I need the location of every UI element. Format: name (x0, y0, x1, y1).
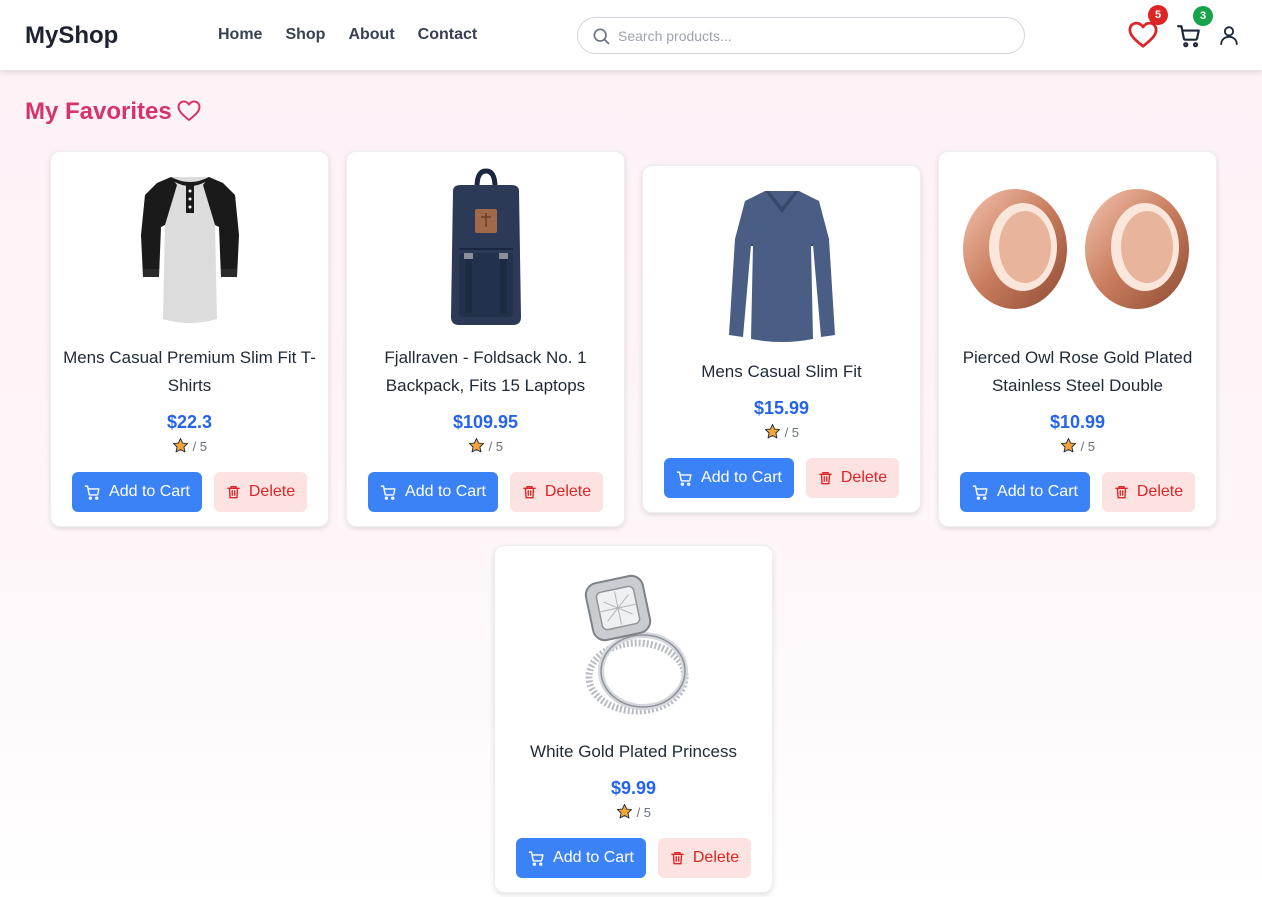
product-price: $15.99 (753, 398, 810, 418)
trash-icon (227, 486, 240, 499)
product-card: Mens Casual Slim Fit $15.99 / 5 Add to C… (642, 165, 921, 513)
account-button[interactable] (1218, 24, 1240, 51)
cart-icon (84, 484, 100, 500)
cart-button[interactable] (1176, 23, 1202, 54)
favorites-button[interactable] (1128, 21, 1158, 54)
product-image-diamond-ring[interactable] (495, 556, 772, 726)
trash-icon (671, 852, 684, 865)
cart-count-badge: 3 (1193, 6, 1213, 26)
product-image-blue-long-sleeve-shirt[interactable] (643, 176, 920, 346)
delete-label: Delete (1136, 483, 1184, 500)
add-to-cart-button[interactable]: Add to Cart (960, 472, 1090, 512)
delete-button[interactable]: Delete (806, 458, 899, 498)
add-to-cart-button[interactable]: Add to Cart (72, 472, 202, 512)
main-nav: Home Shop About Contact (218, 26, 500, 44)
top-navbar: MyShop Home Shop About Contact 5 3 (0, 0, 1262, 70)
add-to-cart-button[interactable]: Add to Cart (664, 458, 794, 498)
heart-outline-icon (177, 100, 201, 127)
add-to-cart-label: Add to Cart (553, 849, 634, 866)
logo[interactable]: MyShop (25, 22, 118, 50)
user-icon (1220, 26, 1238, 46)
nav-contact[interactable]: Contact (418, 26, 478, 44)
delete-label: Delete (544, 483, 592, 500)
product-rating: / 5 (347, 437, 624, 454)
delete-button[interactable]: Delete (658, 838, 751, 878)
product-card: Mens Casual Premium Slim Fit T-Shirts $2… (50, 151, 329, 527)
star-icon (1060, 437, 1076, 453)
product-name: Mens Casual Premium Slim Fit T-Shirts (63, 348, 316, 395)
cart-icon (676, 470, 692, 486)
heart-icon (1128, 21, 1158, 48)
nav-about[interactable]: About (348, 26, 394, 44)
trash-icon (523, 486, 536, 499)
cart-icon (380, 484, 396, 500)
product-name: White Gold Plated Princess (530, 742, 737, 761)
product-image-rose-gold-plugs[interactable] (939, 162, 1216, 332)
cart-icon (972, 484, 988, 500)
product-price: $9.99 (610, 778, 657, 798)
product-price: $22.3 (166, 412, 213, 432)
add-to-cart-label: Add to Cart (109, 483, 190, 500)
star-icon (616, 803, 632, 819)
cart-icon (1177, 25, 1200, 48)
rating-suffix: / 5 (1080, 439, 1096, 454)
trash-icon (1115, 486, 1128, 499)
product-image-raglan-tshirt[interactable] (51, 162, 328, 332)
product-rating: / 5 (51, 437, 328, 454)
nav-home[interactable]: Home (218, 26, 262, 44)
trash-icon (819, 472, 832, 485)
delete-label: Delete (692, 849, 740, 866)
delete-button[interactable]: Delete (510, 472, 603, 512)
product-card: Pierced Owl Rose Gold Plated Stainless S… (938, 151, 1217, 527)
page-title: My Favorites (25, 98, 172, 125)
delete-label: Delete (840, 469, 888, 486)
product-rating: / 5 (939, 437, 1216, 454)
search-icon (591, 26, 611, 51)
add-to-cart-button[interactable]: Add to Cart (368, 472, 498, 512)
rating-suffix: / 5 (636, 805, 652, 820)
product-card: White Gold Plated Princess $9.99 / 5 Add… (494, 545, 773, 893)
product-price: $10.99 (1049, 412, 1106, 432)
product-rating: / 5 (643, 423, 920, 440)
add-to-cart-button[interactable]: Add to Cart (516, 838, 646, 878)
search-bar (577, 17, 1025, 54)
product-image-navy-backpack[interactable] (347, 162, 624, 332)
product-name: Mens Casual Slim Fit (701, 362, 862, 381)
search-input[interactable] (618, 26, 1008, 46)
nav-shop[interactable]: Shop (285, 26, 325, 44)
rating-suffix: / 5 (192, 439, 208, 454)
star-icon (764, 423, 780, 439)
product-card: Fjallraven - Foldsack No. 1 Backpack, Fi… (346, 151, 625, 527)
rating-suffix: / 5 (488, 439, 504, 454)
delete-button[interactable]: Delete (214, 472, 307, 512)
delete-button[interactable]: Delete (1102, 472, 1195, 512)
favorites-count-badge: 5 (1148, 5, 1168, 25)
cart-icon (528, 850, 544, 866)
add-to-cart-label: Add to Cart (997, 483, 1078, 500)
star-icon (172, 437, 188, 453)
product-price: $109.95 (452, 412, 519, 432)
add-to-cart-label: Add to Cart (405, 483, 486, 500)
product-name: Pierced Owl Rose Gold Plated Stainless S… (962, 348, 1193, 395)
product-name: Fjallraven - Foldsack No. 1 Backpack, Fi… (384, 348, 587, 395)
add-to-cart-label: Add to Cart (701, 469, 782, 486)
delete-label: Delete (248, 483, 296, 500)
star-icon (468, 437, 484, 453)
product-rating: / 5 (495, 803, 772, 820)
rating-suffix: / 5 (784, 425, 800, 440)
